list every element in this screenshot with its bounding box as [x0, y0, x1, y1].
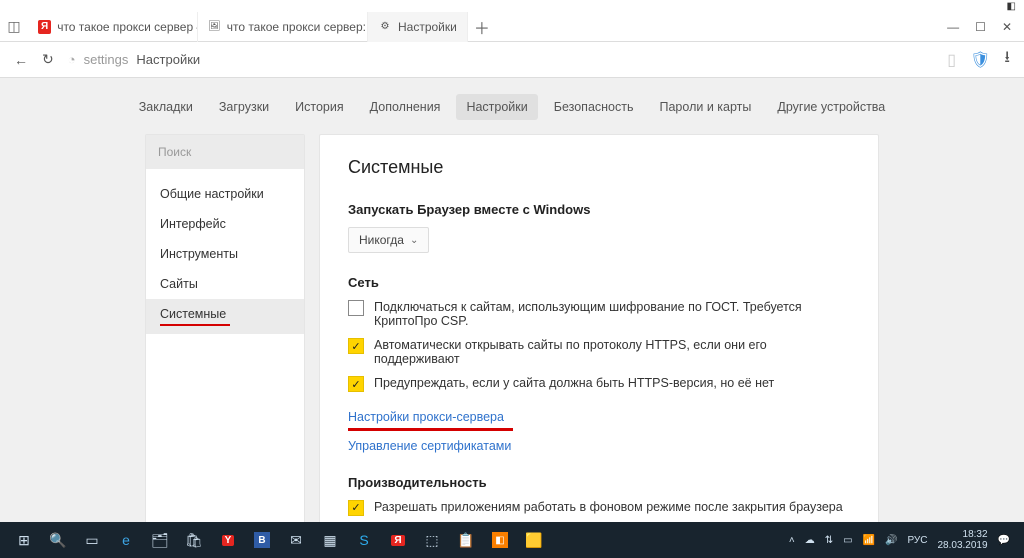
sidebar-item-sites[interactable]: Сайты: [146, 269, 304, 299]
store-icon[interactable]: 🛍: [178, 526, 210, 554]
mail-icon[interactable]: ✉: [280, 526, 312, 554]
app3-icon[interactable]: 🟨: [518, 526, 550, 554]
nav-security[interactable]: Безопасность: [544, 94, 644, 120]
sidebar-item-label: Системные: [160, 307, 226, 321]
nav-downloads[interactable]: Загрузки: [209, 94, 279, 120]
tab-label: что такое прокси сервер:: [227, 20, 366, 34]
start-menu-icon[interactable]: ⊞: [8, 526, 40, 554]
tray-time: 18:32: [963, 529, 988, 540]
tray-battery-icon[interactable]: ▭: [843, 535, 852, 546]
annotation-underline: [160, 324, 230, 326]
back-icon[interactable]: ←: [14, 52, 28, 68]
app-icon[interactable]: ▦: [314, 526, 346, 554]
nav-devices[interactable]: Другие устройства: [767, 94, 895, 120]
settings-page: Закладки Загрузки История Дополнения Нас…: [0, 78, 1024, 522]
tab-label: что такое прокси сервер —: [57, 20, 198, 34]
overflow-icon: ◧: [1007, 1, 1016, 12]
app2-icon[interactable]: ◧: [484, 526, 516, 554]
skype-icon[interactable]: S: [348, 526, 380, 554]
tabs-menu-icon[interactable]: ◫: [0, 18, 28, 35]
proxy-settings-link[interactable]: Настройки прокси-сервера: [348, 410, 504, 424]
yandex-browser-icon[interactable]: Y: [212, 526, 244, 554]
tray-chevron-icon[interactable]: ˄: [789, 535, 795, 546]
new-tab-button[interactable]: ＋: [468, 15, 496, 39]
tray-wifi-icon[interactable]: 📶: [863, 535, 875, 546]
protect-icon[interactable]: 🛡: [970, 50, 990, 70]
panel-title: Системные: [348, 157, 850, 178]
tray-language[interactable]: РУС: [907, 535, 927, 546]
tab-search-2[interactable]: 🖼 что такое прокси сервер:: [198, 12, 368, 42]
background-apps-checkbox[interactable]: [348, 500, 364, 516]
sidebar-item-general[interactable]: Общие настройки: [146, 179, 304, 209]
sidebar-search-input[interactable]: Поиск: [146, 135, 304, 169]
close-icon[interactable]: ✕: [1002, 20, 1012, 34]
minimize-icon[interactable]: —: [947, 20, 959, 34]
nav-bookmarks[interactable]: Закладки: [129, 94, 203, 120]
settings-topnav: Закладки Загрузки История Дополнения Нас…: [0, 94, 1024, 120]
vk-icon[interactable]: B: [246, 526, 278, 554]
nav-history[interactable]: История: [285, 94, 353, 120]
nav-settings[interactable]: Настройки: [456, 94, 537, 120]
site-info-icon: ◔: [68, 52, 76, 67]
taskview-icon[interactable]: ▭: [76, 526, 108, 554]
tray-date: 28.03.2019: [937, 540, 987, 551]
settings-sidebar: Поиск Общие настройки Интерфейс Инструме…: [145, 134, 305, 522]
office-icon[interactable]: ⬚: [416, 526, 448, 554]
tray-network-icon[interactable]: ⇅: [825, 535, 833, 546]
bookmark-icon[interactable]: ▯: [947, 50, 956, 70]
startup-section-title: Запускать Браузер вместе с Windows: [348, 202, 850, 217]
search-icon[interactable]: 🔍: [42, 526, 74, 554]
tab-search-1[interactable]: Я что такое прокси сервер —: [28, 12, 198, 42]
yandex-favicon-icon: Я: [38, 20, 51, 34]
gear-icon: ⚙: [378, 20, 392, 34]
settings-panel: Системные Запускать Браузер вместе с Win…: [319, 134, 879, 522]
certificates-link[interactable]: Управление сертификатами: [348, 439, 511, 453]
sidebar-item-system[interactable]: Системные: [146, 299, 304, 334]
background-apps-label: Разрешать приложениям работать в фоновом…: [374, 500, 843, 514]
yandex-icon[interactable]: Я: [382, 526, 414, 554]
address-bar: ← ↻ ◔ settings Настройки ▯ 🛡 ⭳: [0, 42, 1024, 78]
tray-notifications-icon[interactable]: 💬: [998, 535, 1010, 546]
explorer-icon[interactable]: 🗂: [144, 526, 176, 554]
url-host: settings: [84, 52, 129, 67]
page-favicon-icon: 🖼: [208, 20, 221, 34]
windows-taskbar: ⊞ 🔍 ▭ e 🗂 🛍 Y B ✉ ▦ S Я ⬚ 📋 ◧ 🟨 ˄ ☁ ⇅ ▭ …: [0, 522, 1024, 558]
tray-onedrive-icon[interactable]: ☁: [805, 535, 815, 546]
tab-bar: ◫ Я что такое прокси сервер — 🖼 что тако…: [0, 12, 1024, 42]
https-auto-checkbox[interactable]: [348, 338, 364, 354]
https-warn-checkbox[interactable]: [348, 376, 364, 392]
nav-passwords[interactable]: Пароли и карты: [650, 94, 762, 120]
reload-icon[interactable]: ↻: [42, 51, 54, 68]
window-titlebar: ◧: [0, 0, 1024, 12]
gost-label: Подключаться к сайтам, использующим шифр…: [374, 300, 850, 328]
tab-settings[interactable]: ⚙ Настройки: [368, 12, 468, 42]
performance-section-title: Производительность: [348, 475, 850, 490]
gost-checkbox[interactable]: [348, 300, 364, 316]
tray-volume-icon[interactable]: 🔊: [885, 535, 897, 546]
https-warn-label: Предупреждать, если у сайта должна быть …: [374, 376, 774, 390]
https-auto-label: Автоматически открывать сайты по протоко…: [374, 338, 850, 366]
downloads-icon[interactable]: ⭳: [1004, 46, 1010, 73]
network-section-title: Сеть: [348, 275, 850, 290]
maximize-icon[interactable]: ☐: [975, 20, 986, 34]
sidebar-item-interface[interactable]: Интерфейс: [146, 209, 304, 239]
url-box[interactable]: ◔ settings Настройки: [68, 52, 200, 67]
tab-label: Настройки: [398, 20, 457, 34]
url-path: Настройки: [136, 52, 200, 67]
nav-addons[interactable]: Дополнения: [360, 94, 451, 120]
startup-dropdown[interactable]: Никогда: [348, 227, 429, 253]
annotation-underline: [348, 428, 513, 431]
edge-icon[interactable]: e: [110, 526, 142, 554]
onenote-icon[interactable]: 📋: [450, 526, 482, 554]
tray-clock[interactable]: 18:32 28.03.2019: [937, 529, 987, 551]
sidebar-item-tools[interactable]: Инструменты: [146, 239, 304, 269]
